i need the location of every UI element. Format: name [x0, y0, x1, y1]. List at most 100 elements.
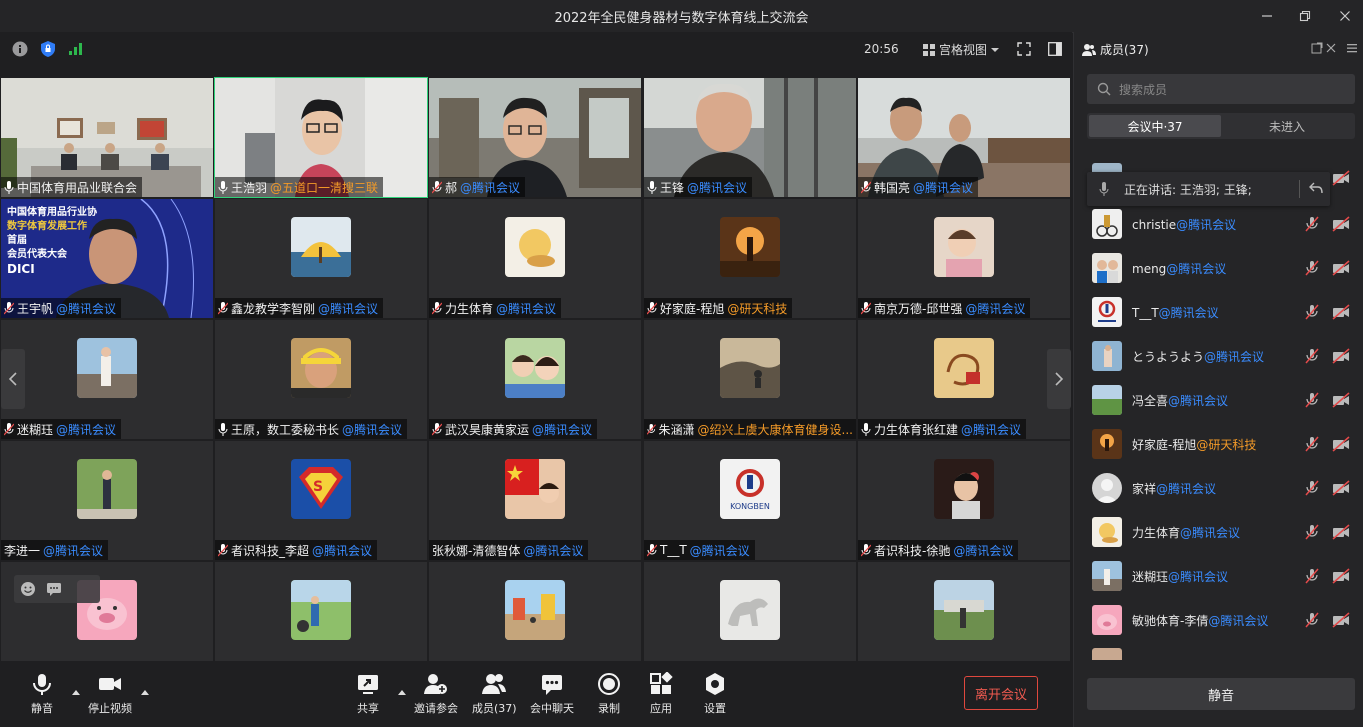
next-page-button[interactable]: [1047, 349, 1071, 409]
avatar-tile[interactable]: [644, 562, 856, 661]
member-row[interactable]: christie@腾讯会议: [1092, 208, 1352, 240]
avatar-tile[interactable]: 李进一 @腾讯会议: [1, 441, 213, 560]
signal-strength-icon[interactable]: [67, 40, 85, 58]
restore-icon[interactable]: [1288, 0, 1322, 32]
avatar-tile[interactable]: 好家庭-程旭 @研天科技: [644, 199, 856, 318]
popout-icon[interactable]: [1311, 42, 1323, 57]
avatar-tile[interactable]: 张秋娜-清德智体 @腾讯会议: [429, 441, 641, 560]
member-row-partial[interactable]: [1092, 648, 1122, 660]
participant-org: @腾讯会议: [56, 422, 117, 437]
camera-off-icon[interactable]: [1332, 612, 1350, 628]
avatar-tile[interactable]: [429, 562, 641, 661]
members-button[interactable]: 成员(37): [472, 672, 517, 716]
settings-button[interactable]: 设置: [703, 672, 727, 716]
microphone-muted-icon[interactable]: [1304, 568, 1320, 584]
member-row[interactable]: 冯全喜@腾讯会议: [1092, 384, 1352, 416]
microphone-muted-icon[interactable]: [1304, 612, 1320, 628]
camera-off-icon[interactable]: [1332, 392, 1350, 408]
mute-all-button[interactable]: 静音: [1087, 678, 1355, 710]
avatar-tile[interactable]: 鑫龙教学李智刚 @腾讯会议: [215, 199, 427, 318]
avatar-tile[interactable]: 武汉昊康黄家运 @腾讯会议: [429, 320, 641, 439]
member-row[interactable]: 迷糊珏@腾讯会议: [1092, 560, 1352, 592]
member-row[interactable]: meng@腾讯会议: [1092, 252, 1352, 284]
avatar-tile[interactable]: 者识科技-徐驰 @腾讯会议: [858, 441, 1070, 560]
close-panel-icon[interactable]: [1325, 42, 1337, 57]
camera-off-icon[interactable]: [1332, 524, 1350, 540]
member-search-input[interactable]: 搜索成员: [1087, 74, 1355, 104]
video-tile[interactable]: 郝 @腾讯会议: [429, 78, 641, 197]
avatar-tile[interactable]: S 者识科技_李超 @腾讯会议: [215, 441, 427, 560]
member-row[interactable]: とうようよう@腾讯会议: [1092, 340, 1352, 372]
member-name: 好家庭-程旭@研天科技: [1132, 437, 1257, 452]
microphone-muted-icon[interactable]: [1304, 524, 1320, 540]
microphone-muted-icon[interactable]: [1304, 436, 1320, 452]
tab-not-joined[interactable]: 未进入: [1221, 115, 1353, 137]
leave-meeting-button[interactable]: 离开会议: [964, 676, 1038, 710]
camera-off-icon[interactable]: [1332, 348, 1350, 364]
video-tile[interactable]: 中国体育用品业联合会: [1, 78, 213, 197]
previous-page-button[interactable]: [1, 349, 25, 409]
chat-bubble-icon[interactable]: [46, 581, 62, 597]
camera-off-icon[interactable]: [1332, 480, 1350, 496]
avatar: S: [291, 459, 351, 519]
security-shield-icon[interactable]: [39, 40, 57, 58]
microphone-muted-icon[interactable]: [1304, 260, 1320, 276]
sidebar-toggle-icon[interactable]: [1046, 40, 1064, 58]
camera-off-icon[interactable]: [1332, 260, 1350, 276]
chevron-down-icon: [991, 47, 1000, 52]
avatar-tile[interactable]: [858, 562, 1070, 661]
member-row[interactable]: 力生体育@腾讯会议: [1092, 516, 1352, 548]
avatar: [1092, 297, 1122, 327]
avatar-tile[interactable]: 朱涵潇 @绍兴上虞大康体育健身设...: [644, 320, 856, 439]
avatar-tile[interactable]: 南京万德-邱世强 @腾讯会议: [858, 199, 1070, 318]
avatar-tile[interactable]: 力生体育 @腾讯会议: [429, 199, 641, 318]
minimize-icon[interactable]: [1250, 0, 1284, 32]
view-mode-selector[interactable]: 宫格视图: [923, 41, 1000, 58]
avatar-tile[interactable]: KONGBEN T__T @腾讯会议: [644, 441, 856, 560]
emoji-icon[interactable]: [20, 581, 36, 597]
microphone-muted-icon[interactable]: [1304, 392, 1320, 408]
apps-button[interactable]: 应用: [649, 672, 673, 716]
member-row[interactable]: T__T@腾讯会议: [1092, 296, 1352, 328]
video-tile[interactable]: 韩国亮 @腾讯会议: [858, 78, 1070, 197]
reply-arrow-icon[interactable]: [1309, 182, 1323, 194]
microphone-muted-icon[interactable]: [1304, 348, 1320, 364]
stop-video-button[interactable]: 停止视频: [88, 672, 132, 716]
mute-button[interactable]: 静音: [30, 672, 54, 716]
avatar-tile[interactable]: 力生体育张红建 @腾讯会议: [858, 320, 1070, 439]
camera-off-icon[interactable]: [1332, 436, 1350, 452]
fullscreen-icon[interactable]: [1015, 40, 1033, 58]
info-icon[interactable]: [11, 40, 29, 58]
record-button[interactable]: 录制: [597, 672, 621, 716]
video-tile[interactable]: 中国体育用品行业协 数字体育发展工作 首届 会员代表大会 DICI 王宇帆 @腾…: [1, 199, 213, 318]
close-icon[interactable]: [1328, 0, 1362, 32]
tab-in-meeting[interactable]: 会议中·37: [1089, 115, 1221, 137]
participant-org: @腾讯会议: [56, 301, 117, 316]
microphone-muted-icon[interactable]: [1304, 304, 1320, 320]
microphone-muted-icon[interactable]: [1304, 216, 1320, 232]
member-row[interactable]: 家祥@腾讯会议: [1092, 472, 1352, 504]
camera-off-icon[interactable]: [1332, 568, 1350, 584]
member-row[interactable]: 好家庭-程旭@研天科技: [1092, 428, 1352, 460]
video-tile-active-speaker[interactable]: 王浩羽 @五道口一清搜三联: [214, 77, 428, 198]
video-tile[interactable]: 王锋 @腾讯会议: [644, 78, 856, 197]
invite-button[interactable]: 邀请参会: [414, 672, 458, 716]
member-row[interactable]: 敏驰体育-李倩@腾讯会议: [1092, 604, 1352, 636]
avatar-tile[interactable]: 王原，数工委秘书长 @腾讯会议: [215, 320, 427, 439]
chat-button[interactable]: 会中聊天: [530, 672, 574, 716]
camera-off-icon[interactable]: [1332, 304, 1350, 320]
share-button[interactable]: 共享: [356, 672, 380, 716]
menu-icon[interactable]: [1346, 42, 1358, 57]
video-options-caret[interactable]: [141, 690, 149, 695]
avatar: [934, 459, 994, 519]
avatar: [1092, 385, 1122, 415]
video-grid: 中国体育用品业联合会 王浩羽 @五道口一清搜三联 郝 @腾讯会议 王锋 @腾讯会…: [0, 77, 1072, 661]
divider: [1299, 180, 1300, 198]
audio-options-caret[interactable]: [72, 690, 80, 695]
share-options-caret[interactable]: [398, 690, 406, 695]
camera-off-icon[interactable]: [1332, 216, 1350, 232]
search-icon: [1097, 82, 1111, 96]
avatar-tile[interactable]: 迷糊珏 @腾讯会议: [1, 320, 213, 439]
avatar-tile[interactable]: [215, 562, 427, 661]
microphone-muted-icon[interactable]: [1304, 480, 1320, 496]
